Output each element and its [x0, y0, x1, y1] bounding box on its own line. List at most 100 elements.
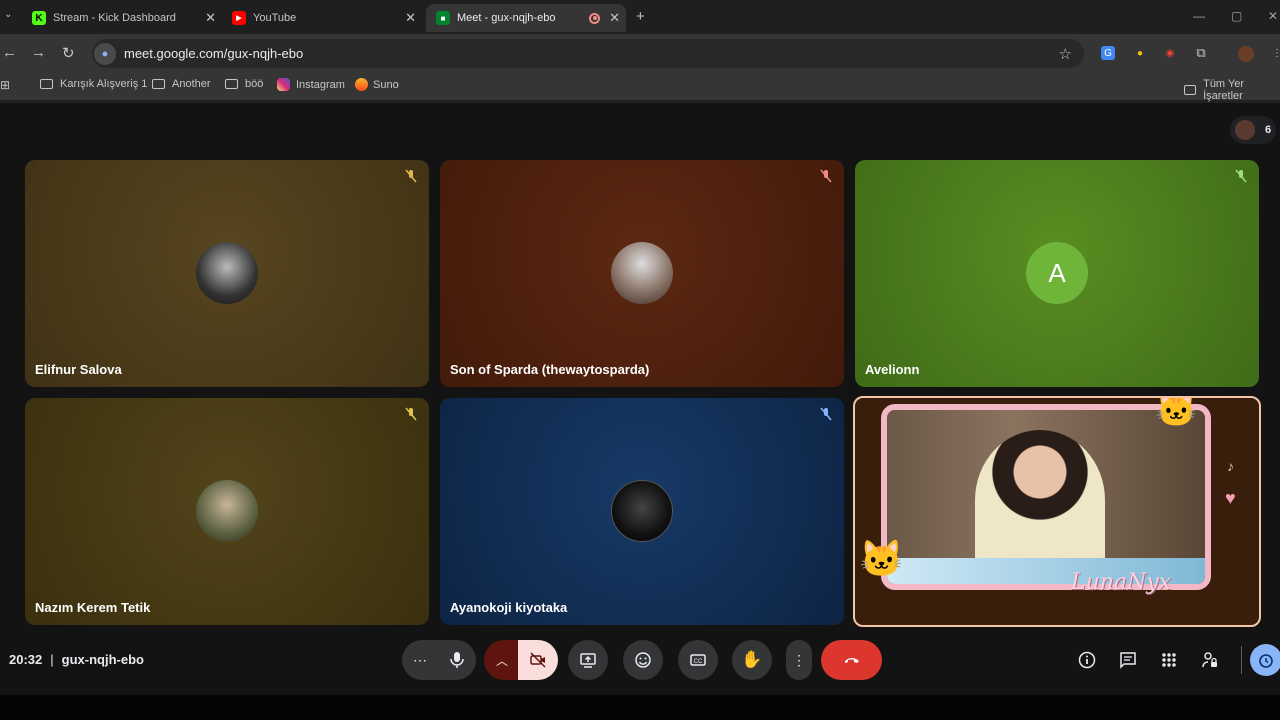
translate-extension-icon[interactable]: G [1101, 46, 1115, 60]
cat-icon: 🐱 [859, 538, 904, 579]
raise-hand-button[interactable]: ✋ [732, 640, 772, 680]
forward-icon[interactable]: → [31, 44, 46, 61]
meeting-code: gux-nqjh-ebo [61, 652, 144, 667]
bookmark-suno[interactable]: Suno [355, 78, 399, 91]
apps-grid-icon [1162, 653, 1176, 667]
timer-button[interactable] [1250, 644, 1280, 676]
tab-title: YouTube [253, 12, 297, 24]
mic-icon [450, 652, 464, 668]
participant-tile[interactable]: Ayanokoji kiyotaka [440, 398, 844, 625]
instagram-icon [277, 78, 290, 91]
close-icon[interactable]: ✕ [205, 10, 216, 26]
more-reactions-button[interactable]: ⋯ [402, 640, 438, 680]
maximize-icon[interactable]: ▢ [1231, 9, 1242, 23]
participant-avatar [1235, 120, 1255, 140]
recording-icon [589, 12, 600, 24]
folder-icon [152, 79, 165, 89]
folder-icon [40, 79, 53, 89]
chat-icon [1120, 652, 1136, 669]
more-vert-icon: ⋮ [792, 651, 806, 668]
chevron-up-icon: ︿ [495, 653, 508, 668]
bookmark-star-icon[interactable]: ☆ [1059, 45, 1072, 63]
bookmark-folder[interactable]: böö [225, 78, 263, 90]
meeting-info: 20:32 | gux-nqjh-ebo [9, 652, 144, 667]
participant-tile[interactable]: A Avelionn [855, 160, 1259, 387]
close-icon[interactable]: ✕ [405, 10, 416, 26]
bookmark-label: Instagram [296, 78, 345, 91]
present-icon [580, 653, 596, 668]
hang-up-icon [844, 658, 859, 663]
avatar [611, 480, 673, 542]
bookmark-folder[interactable]: Another [152, 78, 211, 90]
tab-meet[interactable]: ■ Meet - gux-nqjh-ebo ✕ [426, 4, 626, 32]
participants-chip[interactable]: 6 [1230, 116, 1276, 144]
participant-tile[interactable]: Elifnur Salova [25, 160, 429, 387]
mic-off-icon [403, 168, 419, 184]
extension-icon[interactable]: ● [1133, 46, 1147, 60]
overlay-brand-text: LunaNyx [1071, 570, 1172, 595]
folder-icon [225, 79, 238, 89]
shield-extension-icon[interactable]: ◉ [1163, 46, 1177, 60]
tab-youtube[interactable]: ▶ YouTube ✕ [222, 4, 422, 32]
camera-toggle-button[interactable] [518, 640, 558, 680]
participant-name: Elifnur Salova [35, 362, 122, 377]
bookmark-instagram[interactable]: Instagram [277, 78, 345, 91]
close-window-icon[interactable]: ✕ [1268, 9, 1278, 23]
reactions-button[interactable] [623, 640, 663, 680]
alarm-icon [1259, 654, 1273, 668]
chat-button[interactable] [1118, 650, 1138, 670]
host-controls-button[interactable] [1200, 650, 1220, 670]
profile-avatar[interactable] [1238, 46, 1254, 62]
separator: | [50, 652, 54, 667]
heart-icon: ♥ [1225, 488, 1236, 508]
kick-icon: K [32, 11, 46, 25]
mic-off-icon [818, 168, 834, 184]
meeting-time: 20:32 [9, 652, 43, 667]
tab-kick[interactable]: K Stream - Kick Dashboard ✕ [22, 4, 222, 32]
participant-tile[interactable]: Nazım Kerem Tetik [25, 398, 429, 625]
site-info-icon[interactable]: ● [94, 42, 116, 65]
mic-off-icon [818, 406, 834, 422]
bookmark-label: Tüm Yer İşaretler [1203, 78, 1245, 102]
captions-button[interactable]: CC [678, 640, 718, 680]
suno-icon [355, 78, 368, 91]
mic-button[interactable] [438, 640, 476, 680]
close-icon[interactable]: ✕ [609, 10, 620, 26]
reload-icon[interactable]: ↻ [62, 44, 75, 62]
all-bookmarks[interactable]: Tüm Yer İşaretler [1184, 78, 1280, 102]
info-icon [1078, 651, 1096, 669]
avatar: A [1026, 242, 1088, 304]
participant-tile[interactable]: Son of Sparda (thewaytosparda) [440, 160, 844, 387]
self-video-tile[interactable]: LunaNyx 🐱 🐱 ♥ ♪ [853, 396, 1261, 627]
bookmark-label: Suno [373, 78, 399, 91]
mic-off-icon [403, 406, 419, 422]
apps-grid-icon[interactable]: ⊞ [0, 78, 10, 92]
leave-call-button[interactable] [821, 640, 882, 680]
participant-name: Son of Sparda (thewaytosparda) [450, 362, 650, 377]
minimize-icon[interactable]: — [1193, 9, 1205, 23]
tab-search-icon[interactable]: ⌄ [4, 9, 12, 20]
new-tab-icon[interactable]: + [636, 8, 645, 25]
more-options-button[interactable]: ⋮ [786, 640, 812, 680]
youtube-icon: ▶ [232, 11, 246, 25]
bookmark-label: böö [245, 78, 264, 90]
menu-icon[interactable]: ⋮ [1270, 46, 1280, 60]
present-button[interactable] [568, 640, 608, 680]
participant-name: Avelionn [865, 362, 920, 377]
toolbar: ← → ↻ ● meet.google.com/gux-nqjh-ebo ☆ G… [0, 34, 1280, 72]
puzzle-extensions-icon[interactable]: ⧉ [1194, 45, 1208, 60]
bookmark-folder[interactable]: Karışık Alışveriş 1 [40, 78, 147, 90]
tab-title: Meet - gux-nqjh-ebo [457, 12, 556, 24]
meeting-details-button[interactable] [1077, 650, 1097, 670]
meet-stage: 6 Elifnur Salova Son of Sparda (thewayto… [0, 103, 1280, 695]
captions-icon: CC [690, 654, 706, 666]
bookmark-label: Karışık Alışveriş 1 [60, 78, 148, 90]
tab-title: Stream - Kick Dashboard [53, 12, 176, 24]
ellipsis-icon: ⋯ [413, 651, 427, 668]
os-taskbar [0, 695, 1280, 720]
activities-button[interactable] [1159, 650, 1179, 670]
address-bar[interactable]: ● meet.google.com/gux-nqjh-ebo ☆ [92, 39, 1084, 68]
camera-options-button[interactable]: ︿ [484, 640, 520, 680]
tab-strip: ⌄ K Stream - Kick Dashboard ✕ ▶ YouTube … [0, 0, 1280, 34]
back-icon[interactable]: ← [2, 44, 17, 61]
